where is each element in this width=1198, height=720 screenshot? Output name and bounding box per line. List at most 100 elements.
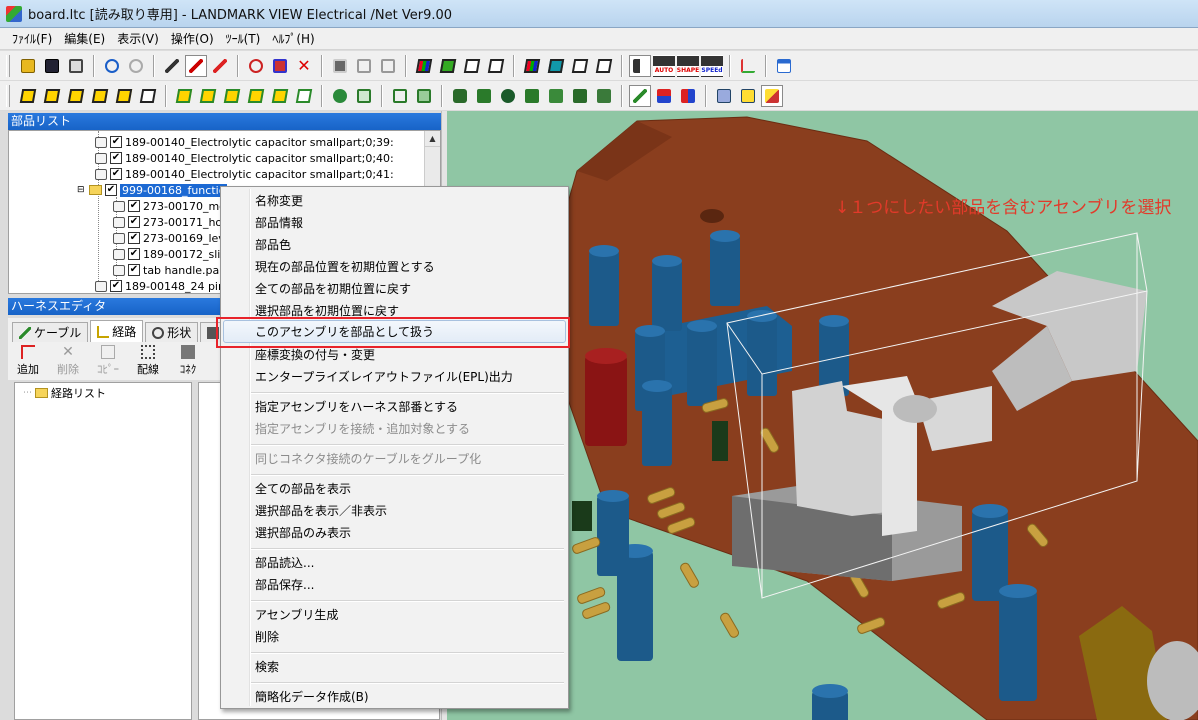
pen-off-icon[interactable] xyxy=(185,54,207,77)
checkbox[interactable]: ✔ xyxy=(110,168,122,180)
menu-create-assembly[interactable]: アセンブリ生成 xyxy=(255,606,338,624)
redo-icon[interactable] xyxy=(125,55,147,77)
measure-icon[interactable] xyxy=(329,85,351,107)
view-wire2-icon[interactable] xyxy=(593,55,615,77)
menu-delete[interactable]: 削除 xyxy=(255,628,279,646)
delete-button[interactable]: ✕ 削除 xyxy=(48,342,88,380)
tree-row[interactable]: ✔ tab handle.par xyxy=(113,262,224,278)
tool-g-icon[interactable] xyxy=(593,85,615,107)
menu-save-part[interactable]: 部品保存... xyxy=(255,576,314,594)
menu-rename[interactable]: 名称変更 xyxy=(255,192,303,210)
close-red-icon[interactable]: ✕ xyxy=(293,55,315,77)
frame2-icon[interactable] xyxy=(377,55,399,77)
tool-d-icon[interactable] xyxy=(521,85,543,107)
rotate-iso-icon[interactable] xyxy=(293,85,315,107)
menu-harness-part-number[interactable]: 指定アセンブリをハーネス部番とする xyxy=(255,398,458,416)
menu-load-part[interactable]: 部品読込... xyxy=(255,554,314,572)
layout-icon[interactable] xyxy=(389,85,411,107)
open-folder-icon[interactable] xyxy=(17,55,39,77)
tree-row-selected[interactable]: ⊟ ✔ 999-00168_functio xyxy=(77,182,228,198)
image-star-icon[interactable] xyxy=(737,85,759,107)
checkbox[interactable]: ✔ xyxy=(128,200,140,212)
toolbar-grip[interactable] xyxy=(6,54,10,77)
rotate-left-icon[interactable] xyxy=(221,85,243,107)
save-icon[interactable] xyxy=(41,55,63,77)
camera-icon[interactable] xyxy=(329,55,351,77)
tool-a-icon[interactable] xyxy=(449,85,471,107)
menu-connect-target[interactable]: 指定アセンブリを接続・追加対象とする xyxy=(255,420,470,438)
tool-e-icon[interactable] xyxy=(545,85,567,107)
rotate-back-icon[interactable] xyxy=(197,85,219,107)
wireframe-icon[interactable] xyxy=(461,55,483,77)
copy-button[interactable]: ｺﾋﾟｰ xyxy=(88,342,128,380)
image-icon[interactable] xyxy=(713,85,735,107)
screen-icon[interactable] xyxy=(353,85,375,107)
tree-row[interactable]: ✔ 273-00171_ho xyxy=(113,214,222,230)
view-left-icon[interactable] xyxy=(65,85,87,107)
checkbox[interactable]: ✔ xyxy=(105,184,117,196)
menu-search[interactable]: 検索 xyxy=(255,658,279,676)
wiring-button[interactable]: 配線 xyxy=(128,342,168,380)
menu-part-color[interactable]: 部品色 xyxy=(255,236,291,254)
checkbox[interactable]: ✔ xyxy=(128,264,140,276)
window-icon[interactable] xyxy=(773,55,795,77)
view-teal-icon[interactable] xyxy=(545,55,567,77)
wireframe2-icon[interactable] xyxy=(485,55,507,77)
tree-row[interactable]: ✔ 189-00148_24 pin xyxy=(95,278,225,293)
menu-file[interactable]: ﾌｧｲﾙ(F) xyxy=(6,30,58,47)
checkbox[interactable]: ✔ xyxy=(128,232,140,244)
tab-route[interactable]: 経路 xyxy=(90,320,144,342)
link-icon[interactable] xyxy=(245,55,267,77)
menu-part-info[interactable]: 部品情報 xyxy=(255,214,303,232)
tree-row[interactable]: ✔ 189-00140_Electrolytic capacitor smallp… xyxy=(95,134,394,150)
rotate-front-icon[interactable] xyxy=(173,85,195,107)
tree-row[interactable]: ✔ 189-00172_sli xyxy=(113,246,220,262)
tree-row[interactable]: ✔ 189-00140_Electrolytic capacitor smallp… xyxy=(95,166,394,182)
route-list-tree[interactable]: ⋯ 経路リスト xyxy=(14,382,192,720)
view-color-icon[interactable] xyxy=(521,55,543,77)
flag-icon[interactable] xyxy=(653,85,675,107)
menu-show-selected-only[interactable]: 選択部品のみ表示 xyxy=(255,524,351,542)
tab-shape[interactable]: 形状 xyxy=(145,322,199,342)
print-icon[interactable] xyxy=(65,55,87,77)
scroll-up-icon[interactable]: ▲ xyxy=(425,131,440,147)
undo-icon[interactable] xyxy=(101,55,123,77)
checkbox[interactable]: ✔ xyxy=(128,248,140,260)
checkbox[interactable]: ✔ xyxy=(128,216,140,228)
tool-c-icon[interactable] xyxy=(497,85,519,107)
pen-green-icon[interactable] xyxy=(629,84,651,107)
toolbar-grip-2[interactable] xyxy=(6,84,10,107)
frame-icon[interactable] xyxy=(353,55,375,77)
menu-show-all-parts[interactable]: 全ての部品を表示 xyxy=(255,480,351,498)
menu-help[interactable]: ﾍﾙﾌﾟ(H) xyxy=(266,30,320,47)
speed-button[interactable]: SPEEd xyxy=(701,54,723,77)
menu-reset-all-positions[interactable]: 全ての部品を初期位置に戻す xyxy=(255,280,411,298)
menu-tools[interactable]: ﾂｰﾙ(T) xyxy=(220,30,267,47)
tree-row[interactable]: ✔ 189-00140_Electrolytic capacitor smallp… xyxy=(95,150,394,166)
view-front-icon[interactable] xyxy=(17,85,39,107)
checkbox[interactable]: ✔ xyxy=(110,152,122,164)
collapse-icon[interactable]: ⊟ xyxy=(77,185,89,195)
auto-button[interactable]: AUTO xyxy=(653,54,675,77)
menu-group-cables[interactable]: 同じコネクタ接続のケーブルをグループ化 xyxy=(255,450,481,468)
rotate-top-icon[interactable] xyxy=(269,85,291,107)
route-list-root[interactable]: ⋯ 経路リスト xyxy=(23,385,106,401)
rotate-right-icon[interactable] xyxy=(245,85,267,107)
checkbox[interactable]: ✔ xyxy=(110,136,122,148)
view-iso-icon[interactable] xyxy=(137,85,159,107)
pen-icon[interactable] xyxy=(161,55,183,77)
highlight-icon[interactable] xyxy=(761,84,783,107)
speaker-icon[interactable] xyxy=(629,54,651,77)
shade-solid-icon[interactable] xyxy=(437,55,459,77)
tree-row[interactable]: ✔ 273-00170_mo xyxy=(113,198,226,214)
tree-row[interactable]: ✔ 273-00169_lev xyxy=(113,230,225,246)
checkbox[interactable]: ✔ xyxy=(110,280,122,292)
tool-f-icon[interactable] xyxy=(569,85,591,107)
pen-delete-icon[interactable] xyxy=(209,55,231,77)
shape-button[interactable]: SHAPE xyxy=(677,54,699,77)
view-wire-icon[interactable] xyxy=(569,55,591,77)
view-top-icon[interactable] xyxy=(113,85,135,107)
unlink-icon[interactable] xyxy=(269,55,291,77)
tool-b-icon[interactable] xyxy=(473,85,495,107)
add-button[interactable]: 追加 xyxy=(8,342,48,380)
